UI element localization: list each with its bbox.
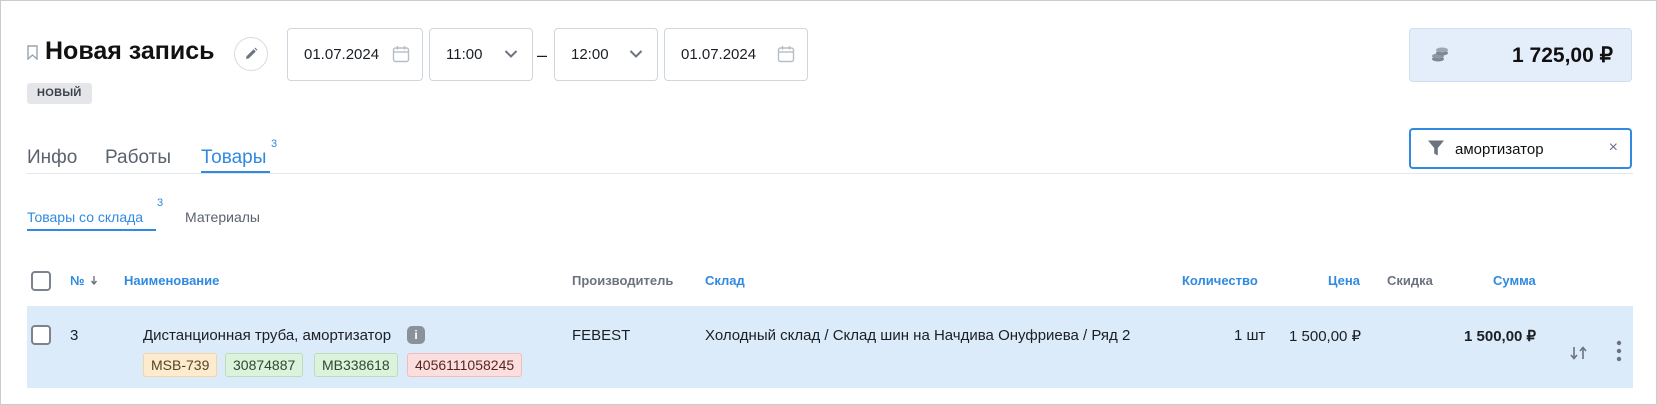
- pencil-icon: [246, 47, 258, 59]
- row-number: 3: [70, 327, 79, 344]
- start-time-select[interactable]: 11:00: [429, 28, 533, 81]
- subtab-warehouse-goods[interactable]: Товары со склада: [27, 209, 143, 225]
- end-time-value: 12:00: [571, 46, 609, 63]
- move-row-icon[interactable]: [1568, 346, 1590, 360]
- coins-icon: [1432, 47, 1448, 62]
- filter-input[interactable]: [1455, 139, 1605, 159]
- edit-title-button[interactable]: [234, 37, 268, 71]
- total-amount-panel[interactable]: 1 725,00 ₽: [1409, 28, 1632, 82]
- product-quantity[interactable]: 1 шт: [1234, 327, 1265, 344]
- end-date-field[interactable]: 01.07.2024: [664, 28, 808, 81]
- column-name-header[interactable]: Наименование: [124, 273, 219, 288]
- calendar-icon[interactable]: [777, 45, 795, 63]
- tab-active-indicator: [201, 171, 270, 173]
- start-time-value: 11:00: [446, 46, 483, 63]
- start-date-field[interactable]: 01.07.2024: [287, 28, 423, 81]
- chevron-down-icon: [504, 50, 518, 58]
- column-warehouse-header[interactable]: Склад: [705, 273, 745, 288]
- time-separator: –: [537, 45, 548, 65]
- end-date-value: 01.07.2024: [681, 46, 757, 63]
- article-tag[interactable]: MB338618: [314, 353, 398, 377]
- select-all-checkbox[interactable]: [31, 271, 51, 291]
- bookmark-icon[interactable]: [27, 45, 38, 60]
- column-quantity-header[interactable]: Количество: [1182, 273, 1258, 288]
- product-warehouse: Холодный склад / Склад шин на Начдива Он…: [705, 327, 1131, 344]
- end-time-select[interactable]: 12:00: [554, 28, 658, 81]
- article-tag[interactable]: 4056111058245: [407, 353, 523, 377]
- tab-goods-count: 3: [271, 138, 278, 150]
- tab-goods[interactable]: Товары: [201, 147, 266, 169]
- subtab-warehouse-goods-count: 3: [157, 197, 164, 209]
- article-tag[interactable]: MSB-739: [143, 353, 218, 377]
- column-price-header[interactable]: Цена: [1328, 273, 1360, 288]
- tab-works[interactable]: Работы: [105, 147, 171, 169]
- column-discount-header: Скидка: [1387, 273, 1433, 288]
- product-price[interactable]: 1 500,00 ₽: [1289, 327, 1361, 345]
- product-name[interactable]: Дистанционная труба, амортизатор: [143, 327, 391, 344]
- status-badge: НОВЫЙ: [27, 83, 92, 104]
- info-icon[interactable]: i: [407, 326, 425, 344]
- article-tag[interactable]: 30874887: [225, 353, 304, 377]
- more-actions-icon[interactable]: [1616, 340, 1622, 362]
- product-manufacturer: FEBEST: [572, 327, 631, 344]
- total-amount: 1 725,00 ₽: [1512, 44, 1613, 67]
- column-number-label: №: [70, 273, 85, 288]
- tabs-divider: [27, 173, 1633, 174]
- subtab-materials[interactable]: Материалы: [185, 209, 260, 225]
- column-manufacturer-header: Производитель: [572, 273, 674, 288]
- filter-icon: [1428, 140, 1444, 156]
- subtab-active-indicator: [27, 229, 156, 231]
- start-date-value: 01.07.2024: [304, 46, 380, 63]
- column-number-header[interactable]: №: [70, 273, 98, 288]
- page-frame: Новая запись НОВЫЙ 01.07.2024 11:00 – 12…: [0, 0, 1657, 405]
- page-title: Новая запись: [45, 37, 215, 65]
- filter-field[interactable]: ×: [1409, 128, 1632, 169]
- calendar-icon[interactable]: [392, 45, 410, 63]
- tab-info[interactable]: Инфо: [27, 147, 77, 169]
- row-checkbox[interactable]: [31, 325, 51, 345]
- column-sum-header[interactable]: Сумма: [1493, 273, 1536, 288]
- product-sum: 1 500,00 ₽: [1464, 328, 1537, 345]
- sort-desc-icon: [91, 276, 98, 286]
- clear-filter-button[interactable]: ×: [1609, 139, 1618, 157]
- chevron-down-icon: [629, 50, 643, 58]
